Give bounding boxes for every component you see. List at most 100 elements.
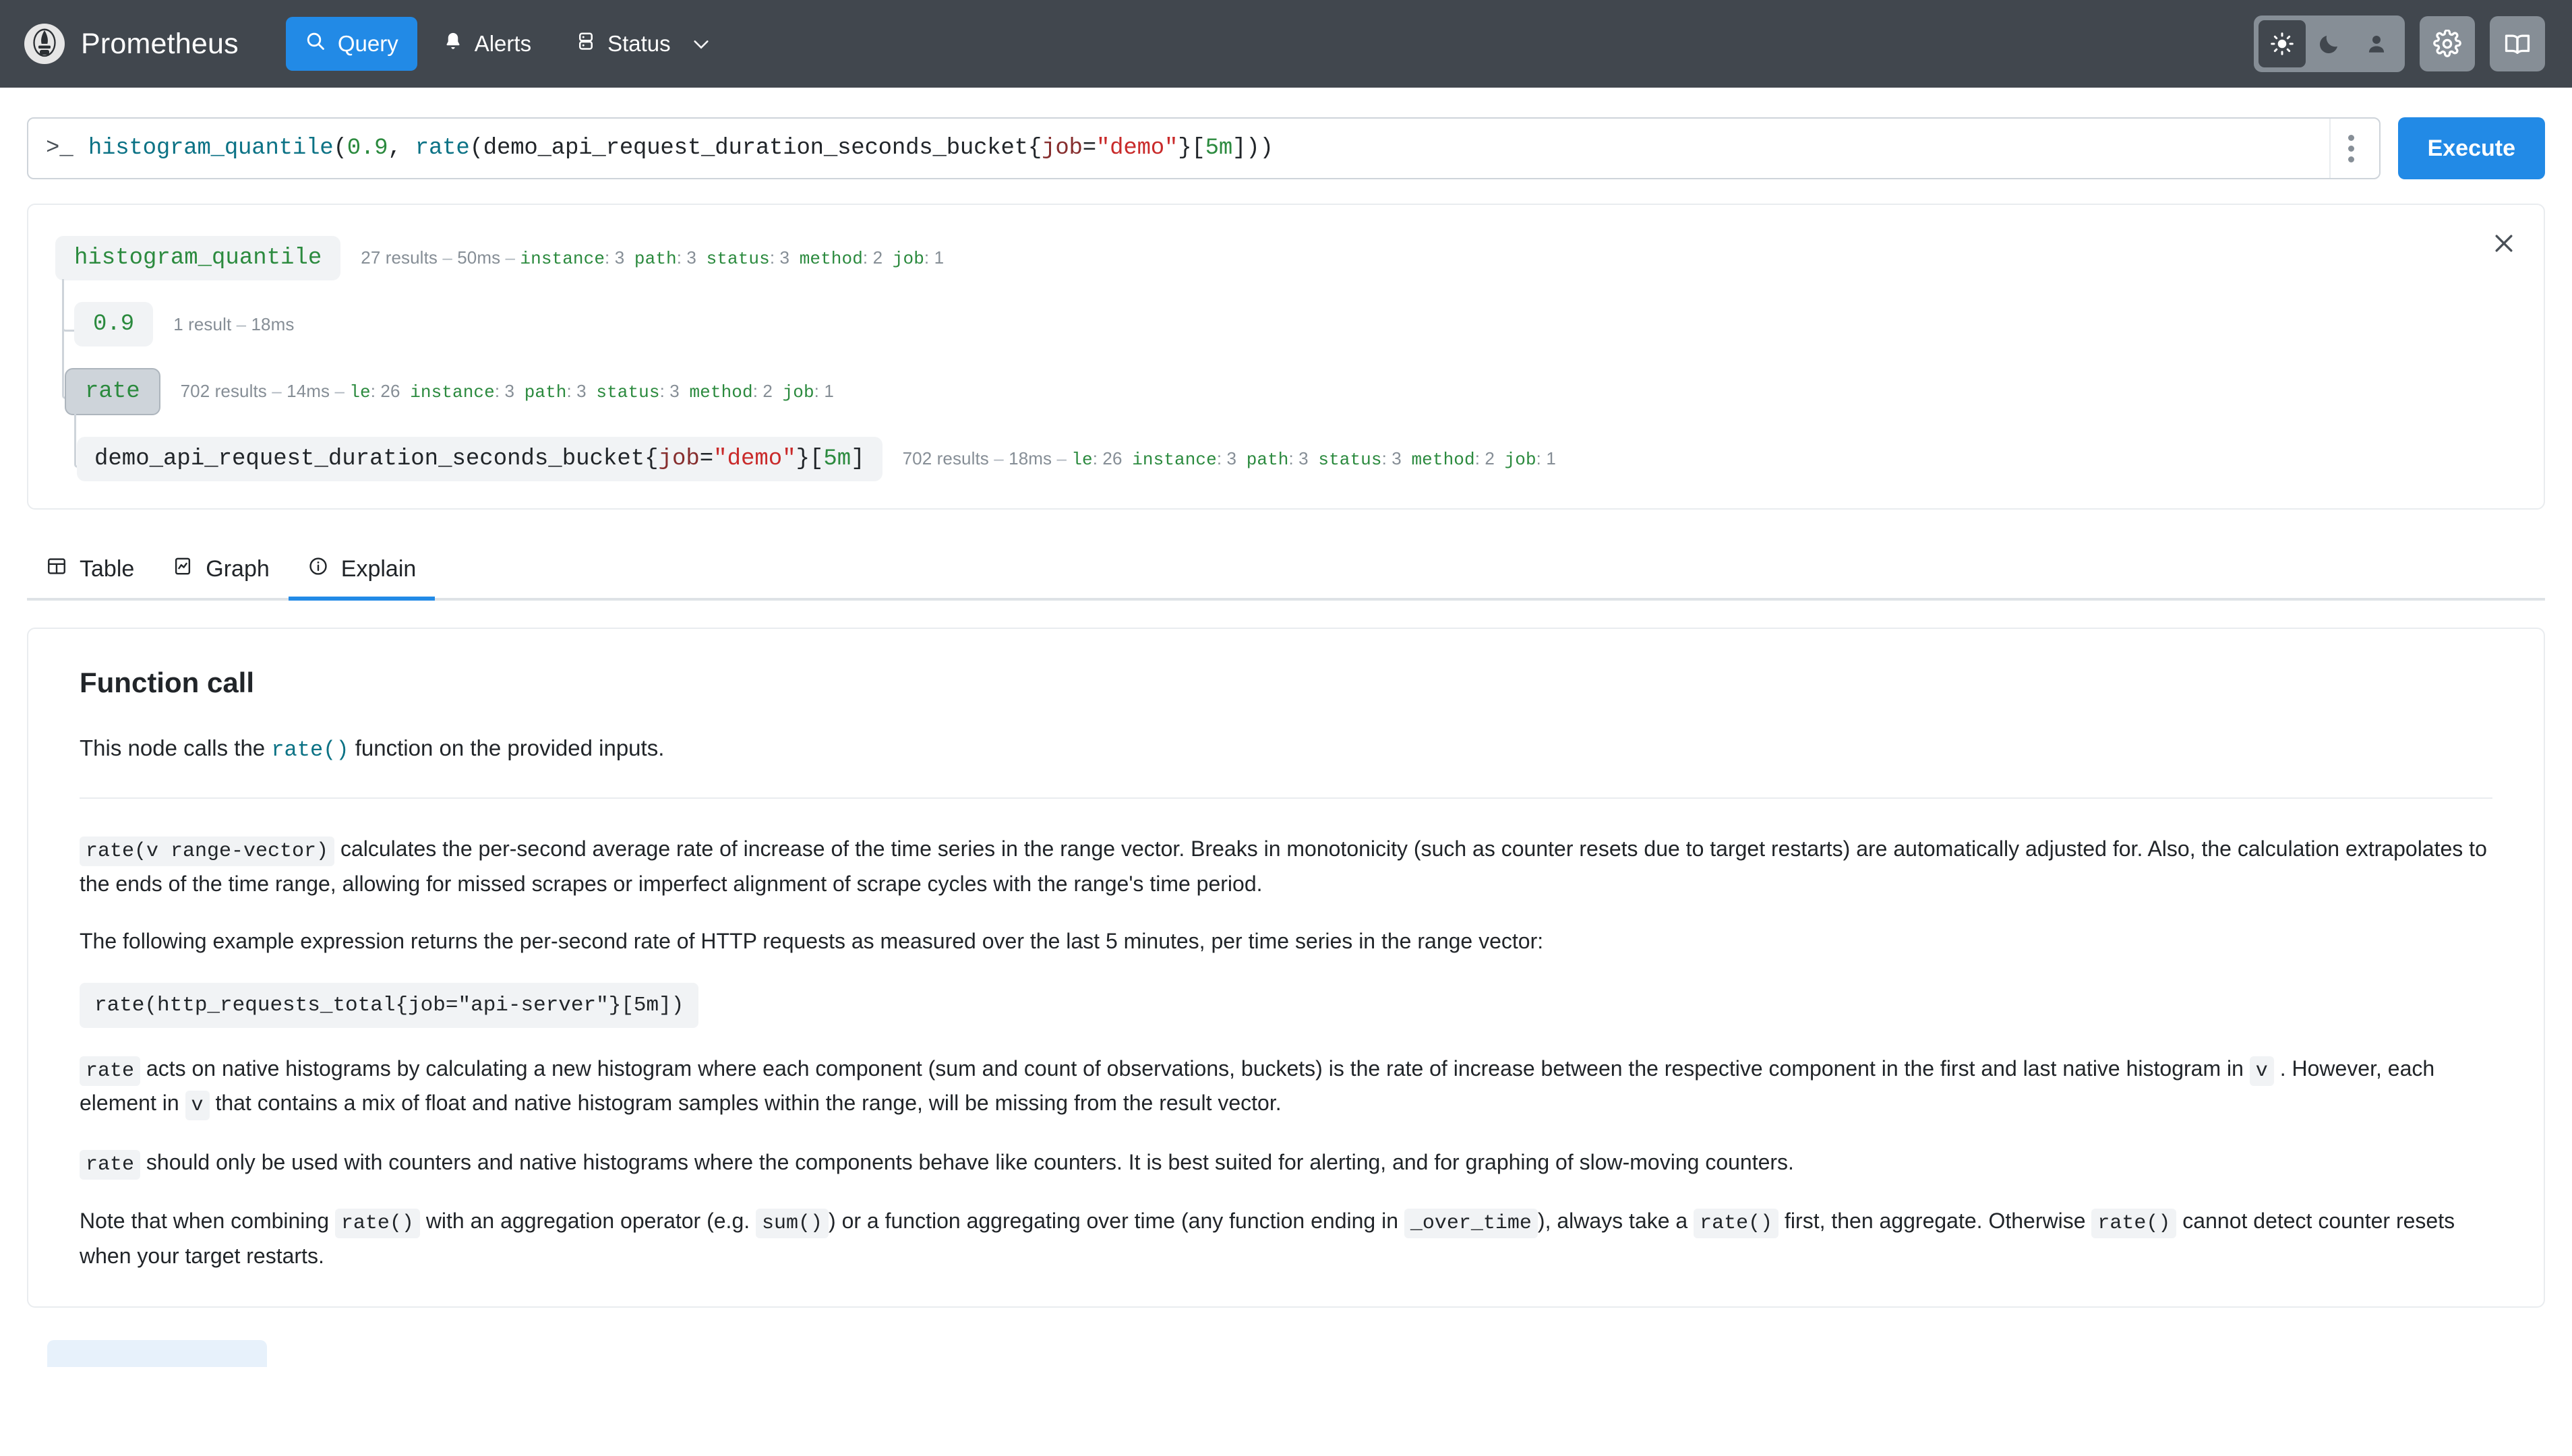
navbar-right-controls	[2254, 16, 2545, 72]
node-label-count: 3	[1226, 448, 1236, 468]
doc-code-v-1: v	[2250, 1056, 2274, 1086]
tab-graph-label: Graph	[206, 556, 270, 582]
node-time: 14ms	[287, 381, 330, 401]
tree-node-meta: 27 results – 50ms – instance: 3 path: 3 …	[361, 247, 944, 269]
query-token-metric: (demo_api_request_duration_seconds_bucke…	[470, 135, 1042, 161]
node-results: 702 results	[903, 448, 989, 468]
sel-token-brace: }[	[796, 446, 824, 472]
brand-name: Prometheus	[81, 28, 239, 61]
node-label-name: le	[349, 382, 370, 402]
node-label-count: 2	[762, 381, 773, 401]
kebab-menu-icon[interactable]	[2329, 119, 2372, 178]
query-token-duration: 5m	[1205, 135, 1232, 161]
node-label-name: instance	[520, 249, 605, 269]
bottom-panel-stub[interactable]	[47, 1340, 267, 1367]
node-label-name: status	[596, 382, 659, 402]
tree-node-rate[interactable]: rate 702 results – 14ms – le: 26 instanc…	[65, 368, 2517, 415]
doc-code-rate-5: rate()	[2091, 1209, 2176, 1238]
node-label-name: job	[1505, 450, 1536, 470]
sun-icon[interactable]	[2259, 20, 2306, 67]
tree-node-histogram-quantile[interactable]: histogram_quantile 27 results – 50ms – i…	[55, 236, 2517, 280]
doc-paragraph-4: rate should only be used with counters a…	[80, 1146, 2492, 1181]
tab-graph[interactable]: Graph	[153, 541, 289, 601]
query-token-brace: }[	[1178, 135, 1205, 161]
node-sep: –	[442, 247, 452, 268]
doc-p6-text-2: with an aggregation operator (e.g.	[420, 1209, 756, 1233]
doc-p6-text-5: first, then aggregate. Otherwise	[1778, 1209, 2091, 1233]
tab-explain[interactable]: Explain	[289, 541, 436, 601]
node-sep: –	[506, 247, 516, 268]
node-label-count: 3	[669, 381, 680, 401]
nav-item-alerts[interactable]: Alerts	[424, 17, 550, 71]
tree-node-vector-selector[interactable]: demo_api_request_duration_seconds_bucket…	[77, 437, 2517, 481]
prometheus-logo-icon	[24, 24, 65, 64]
sel-token-tail: ]	[851, 446, 864, 472]
sel-token-duration: 5m	[823, 446, 851, 472]
execute-button[interactable]: Execute	[2398, 117, 2545, 179]
server-icon	[576, 30, 596, 57]
user-icon[interactable]	[2353, 20, 2400, 67]
gear-icon[interactable]	[2420, 16, 2475, 71]
node-sep: –	[1056, 448, 1067, 468]
divider	[80, 797, 2492, 799]
tree-branch-rate: rate 702 results – 14ms – le: 26 instanc…	[65, 368, 2517, 481]
tree-branch-quantile-arg: 0.9 1 result – 18ms rate 702 results – 1…	[74, 302, 2517, 481]
doc-code-rate-signature: rate(v range-vector)	[80, 837, 334, 866]
tree-node-label[interactable]: 0.9	[74, 302, 153, 346]
node-results: 1 result	[173, 314, 231, 334]
node-label-count: 3	[576, 381, 587, 401]
tab-explain-label: Explain	[341, 556, 417, 582]
query-bar: >_ histogram_quantile(0.9, rate(demo_api…	[0, 88, 2572, 179]
node-sep: –	[334, 381, 345, 401]
doc-p6-text-1: Note that when combining	[80, 1209, 335, 1233]
query-input[interactable]: >_ histogram_quantile(0.9, rate(demo_api…	[27, 117, 2381, 179]
query-token-tail: ]))	[1232, 135, 1274, 161]
node-label-name: le	[1071, 450, 1092, 470]
explain-lead: This node calls the rate() function on t…	[80, 735, 2492, 762]
sel-token-label: job	[659, 446, 700, 472]
tree-node-meta: 702 results – 14ms – le: 26 instance: 3 …	[181, 381, 834, 402]
node-results: 27 results	[361, 247, 438, 268]
node-label-count: 1	[824, 381, 834, 401]
doc-p6-text-3: ) or a function aggregating over time (a…	[829, 1209, 1404, 1233]
query-token-fn2: rate	[415, 135, 470, 161]
tree-node-0-9[interactable]: 0.9 1 result – 18ms	[74, 302, 2517, 346]
doc-paragraph-1: rate(v range-vector) calculates the per-…	[80, 832, 2492, 901]
tree-branch-selector: demo_api_request_duration_seconds_bucket…	[77, 437, 2517, 481]
bell-icon	[443, 30, 463, 57]
tree-node-label[interactable]: demo_api_request_duration_seconds_bucket…	[77, 437, 883, 481]
nav-item-query-label: Query	[338, 31, 398, 57]
chart-icon	[172, 555, 193, 583]
tree-node-label[interactable]: histogram_quantile	[55, 236, 340, 280]
doc-paragraph-5: Note that when combining rate() with an …	[80, 1205, 2492, 1273]
book-icon[interactable]	[2490, 16, 2545, 71]
brand[interactable]: Prometheus	[24, 24, 239, 64]
nav-item-query[interactable]: Query	[286, 17, 417, 71]
node-time: 50ms	[457, 247, 500, 268]
result-tabs: Table Graph Explain	[27, 541, 2545, 601]
chevron-down-icon	[692, 31, 711, 57]
theme-toggle-group	[2254, 16, 2405, 72]
doc-p5-text: should only be used with counters and na…	[140, 1150, 1794, 1174]
node-results: 702 results	[181, 381, 267, 401]
nav-item-status[interactable]: Status	[557, 17, 729, 71]
node-label-count: 3	[1298, 448, 1309, 468]
node-label-count: 3	[504, 381, 514, 401]
lead-code: rate()	[271, 737, 349, 762]
sel-token-eq: =	[700, 446, 713, 472]
query-token-number: 0.9	[347, 135, 388, 161]
doc-code-rate-1: rate	[80, 1056, 140, 1086]
node-label-name: method	[689, 382, 752, 402]
query-token-fn1: histogram_quantile	[88, 135, 334, 161]
node-label-count: 26	[1102, 448, 1122, 468]
table-icon	[46, 555, 67, 583]
node-label-name: method	[800, 249, 863, 269]
node-label-name: instance	[1132, 450, 1217, 470]
explain-content-card: Function call This node calls the rate()…	[27, 628, 2545, 1308]
tab-table[interactable]: Table	[27, 541, 153, 601]
node-sep: –	[994, 448, 1004, 468]
doc-code-sum: sum()	[756, 1209, 829, 1238]
query-token-eq: =	[1083, 135, 1096, 161]
moon-icon[interactable]	[2306, 20, 2353, 67]
node-label-count: 26	[380, 381, 400, 401]
